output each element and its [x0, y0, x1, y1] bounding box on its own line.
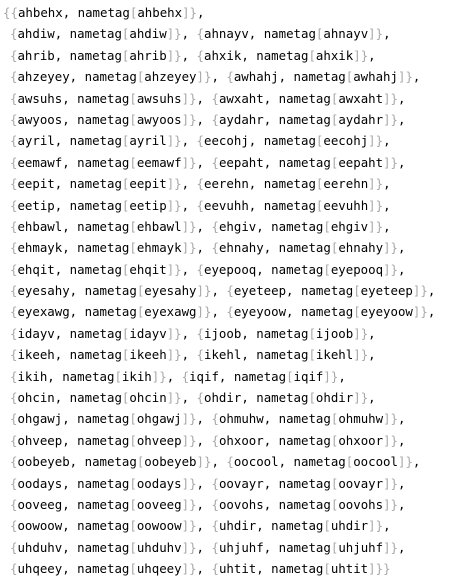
output-line: {ahdiw, nametag[ahdiw]}, {ahnayv, nameta…: [10, 26, 391, 42]
output-line: {eyexawg, nametag[eyexawg]}, {eyeyoow, n…: [10, 304, 436, 320]
output-line: {eemawf, nametag[eemawf]}, {eepaht, name…: [10, 154, 406, 170]
output-line: {ahzeyey, nametag[ahzeyey]}, {awhahj, na…: [10, 69, 421, 85]
output-line: {ahrib, nametag[ahrib]}, {ahxik, nametag…: [10, 47, 376, 63]
output-line: {ohveep, nametag[ohveep]}, {ohxoor, name…: [10, 432, 406, 448]
output-line: {eetip, nametag[eetip]}, {eevuhh, nameta…: [10, 197, 391, 213]
output-line: {ohgawj, nametag[ohgawj]}, {ohmuhw, name…: [10, 411, 406, 427]
output-line: {uhqeey, nametag[uhqeey]}, {uhtit, namet…: [10, 561, 391, 577]
output-line: {ehbawl, nametag[ehbawl]}, {ehgiv, namet…: [10, 218, 391, 234]
output-line: {eepit, nametag[eepit]}, {eerehn, nameta…: [10, 176, 391, 192]
output-line: {awsuhs, nametag[awsuhs]}, {awxaht, name…: [10, 90, 406, 106]
output-line: {awyoos, nametag[awyoos]}, {aydahr, name…: [10, 111, 406, 127]
output-line: {uhduhv, nametag[uhduhv]}, {uhjuhf, name…: [10, 539, 406, 555]
output-line: {oowoow, nametag[oowoow]}, {uhdir, namet…: [10, 518, 391, 534]
output-line: {oobeyeb, nametag[oobeyeb]}, {oocool, na…: [10, 454, 421, 470]
output-line: {ooveeg, nametag[ooveeg]}, {oovohs, name…: [10, 496, 406, 512]
notebook-output-cell: {{ahbehx, nametag[ahbehx]}, {ahdiw, namet…: [3, 2, 435, 580]
output-line: {oodays, nametag[oodays]}, {oovayr, name…: [10, 475, 406, 491]
output-line: {eyesahy, nametag[eyesahy]}, {eyeteep, n…: [10, 283, 436, 299]
output-line: {ikih, nametag[ikih]}, {iqif, nametag[iq…: [10, 368, 346, 384]
output-line: {idayv, nametag[idayv]}, {ijoob, nametag…: [10, 325, 376, 341]
output-line: {{ahbehx, nametag[ahbehx]},: [3, 5, 205, 20]
output-line: {ehqit, nametag[ehqit]}, {eyepooq, namet…: [10, 261, 406, 277]
output-line: {ohcin, nametag[ohcin]}, {ohdir, nametag…: [10, 390, 376, 406]
output-line: {ehmayk, nametag[ehmayk]}, {ehnahy, name…: [10, 240, 406, 256]
output-line: {ayril, nametag[ayril]}, {eecohj, nameta…: [10, 133, 391, 149]
output-line: {ikeeh, nametag[ikeeh]}, {ikehl, nametag…: [10, 347, 376, 363]
